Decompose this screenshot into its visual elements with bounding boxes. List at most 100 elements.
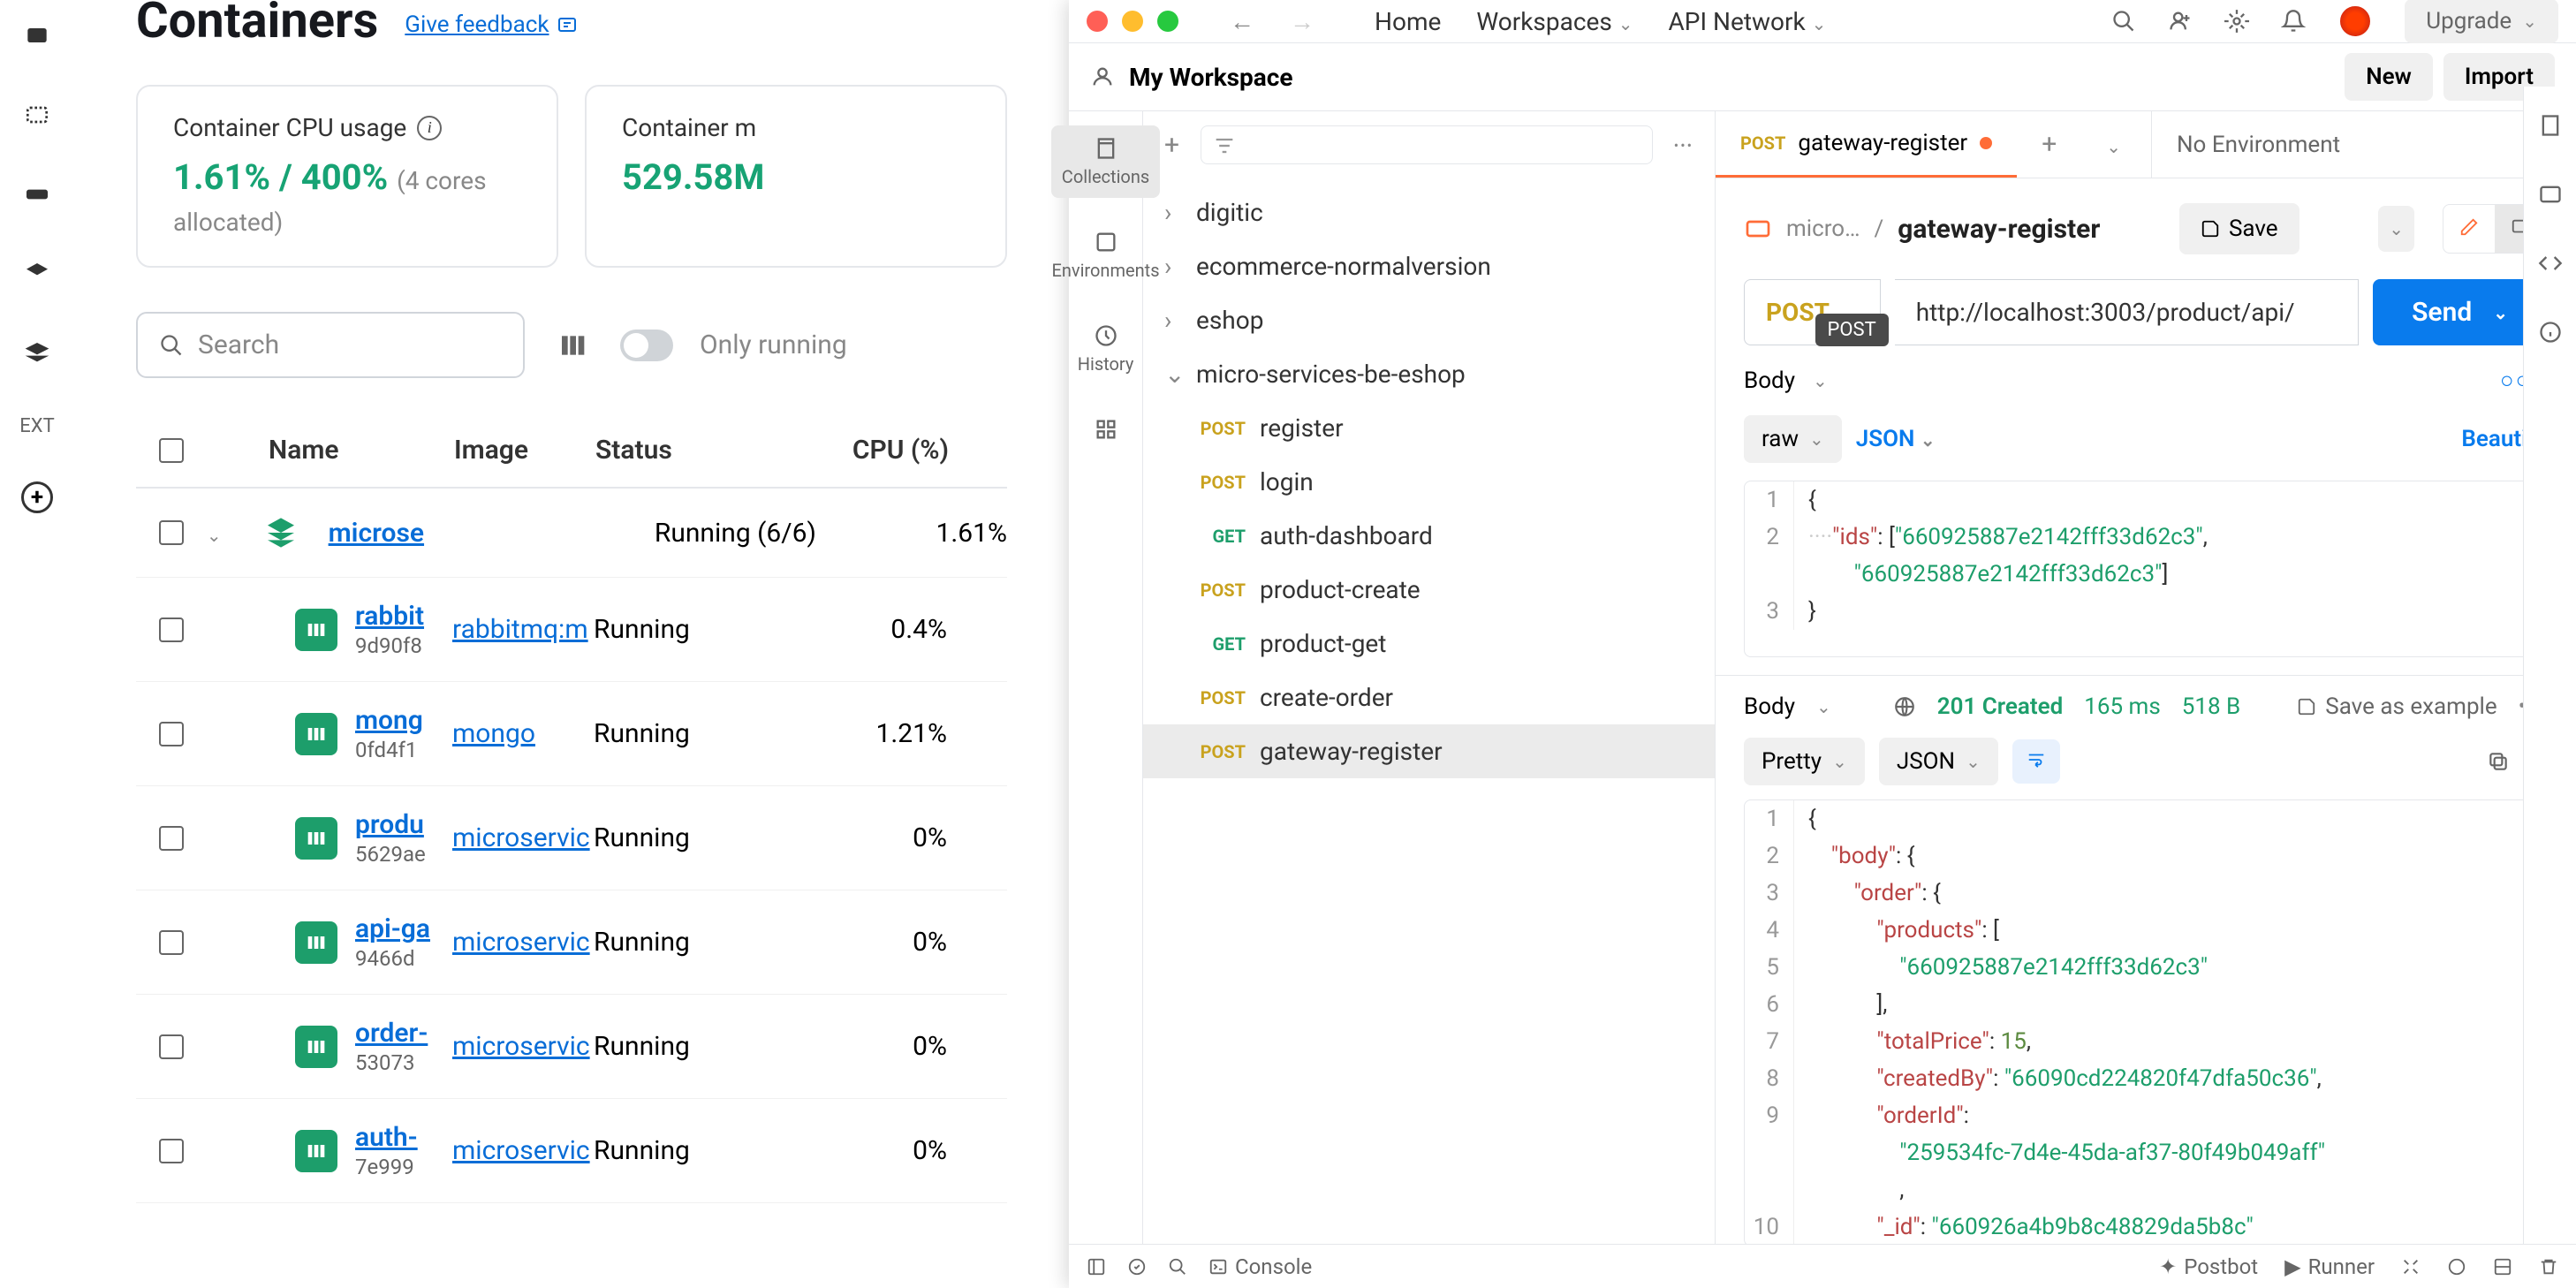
request-body-editor[interactable]: 1{2····"ids": ["660925887e2142fff33d62c3… — [1744, 481, 2547, 657]
panel-toggle-icon[interactable] — [1087, 1257, 1106, 1277]
col-cpu[interactable]: CPU (%) — [772, 435, 949, 466]
request-tab[interactable]: POST gateway-register — [1716, 111, 2017, 178]
table-row[interactable]: ⌄ microse Running (6/6) 1.61% — [136, 489, 1007, 578]
filter-input[interactable] — [1201, 125, 1653, 164]
image-link[interactable]: microservic — [452, 1031, 590, 1062]
tab-options-button[interactable]: ⌄ — [2081, 111, 2146, 178]
search-icon[interactable] — [2111, 9, 2136, 34]
api-network-menu[interactable]: API Network ⌄ — [1669, 7, 1827, 36]
new-button[interactable]: New — [2345, 53, 2433, 101]
layout-icon[interactable] — [2493, 1257, 2512, 1277]
request-item[interactable]: POSTregister — [1143, 401, 1715, 455]
select-all-checkbox[interactable] — [159, 438, 184, 463]
window-minimize-icon[interactable] — [1122, 11, 1143, 32]
row-checkbox[interactable] — [159, 826, 184, 851]
comments-rail-icon[interactable] — [2538, 182, 2563, 207]
code-rail-icon[interactable] — [2538, 251, 2563, 276]
info-rail-icon[interactable] — [2538, 320, 2563, 345]
container-name-link[interactable]: microse — [329, 518, 424, 549]
history-rail[interactable]: History — [1067, 313, 1145, 385]
body-tab[interactable]: Body — [1744, 367, 1795, 394]
table-row[interactable]: api-ga9466d microservic Running 0% — [136, 890, 1007, 995]
copy-icon[interactable] — [2487, 750, 2510, 773]
learn-nav-icon[interactable] — [19, 336, 55, 371]
collection-item[interactable]: ›digitic — [1143, 186, 1715, 239]
request-item[interactable]: GETauth-dashboard — [1143, 509, 1715, 563]
edit-icon[interactable] — [2443, 205, 2495, 253]
notifications-icon[interactable] — [2281, 9, 2306, 34]
container-name-link[interactable]: rabbit — [355, 601, 452, 632]
container-name-link[interactable]: auth- — [355, 1122, 452, 1153]
window-close-icon[interactable] — [1087, 11, 1108, 32]
collection-item[interactable]: ›eshop — [1143, 293, 1715, 347]
cookies-icon[interactable] — [2447, 1257, 2466, 1277]
request-item[interactable]: POSTcreate-order — [1143, 671, 1715, 724]
find-icon[interactable] — [1168, 1257, 1187, 1277]
add-collection-button[interactable]: + — [1164, 130, 1179, 161]
save-example-button[interactable]: Save as example — [2297, 693, 2496, 720]
sync-icon[interactable] — [1127, 1257, 1147, 1277]
volumes-nav-icon[interactable] — [19, 177, 55, 212]
table-row[interactable]: mong0fd4f1 mongo Running 1.21% — [136, 682, 1007, 786]
container-name-link[interactable]: api-ga — [355, 913, 452, 944]
save-button[interactable]: Save — [2179, 203, 2299, 254]
trash-icon[interactable] — [2539, 1257, 2558, 1277]
console-button[interactable]: Console — [1208, 1254, 1312, 1279]
col-name[interactable]: Name — [260, 435, 454, 466]
json-select[interactable]: JSON ⌄ — [1856, 426, 1936, 452]
capture-icon[interactable] — [2401, 1257, 2421, 1277]
workspace-name[interactable]: My Workspace — [1129, 63, 1293, 92]
container-name-link[interactable]: order- — [355, 1018, 452, 1049]
feedback-link[interactable]: Give feedback — [405, 11, 577, 38]
request-item[interactable]: GETproduct-get — [1143, 617, 1715, 671]
images-nav-icon[interactable] — [19, 97, 55, 133]
workspaces-menu[interactable]: Workspaces ⌄ — [1476, 7, 1633, 36]
pretty-select[interactable]: Pretty ⌄ — [1744, 738, 1865, 785]
row-checkbox[interactable] — [159, 1139, 184, 1163]
environment-select[interactable]: No Environment ⌄ — [2151, 111, 2575, 178]
resp-json-select[interactable]: JSON ⌄ — [1879, 738, 1998, 785]
more-options-icon[interactable]: ••• — [1674, 137, 1693, 154]
add-extension-button[interactable]: + — [21, 481, 53, 513]
row-checkbox[interactable] — [159, 1034, 184, 1059]
info-icon[interactable]: i — [417, 116, 442, 140]
container-name-link[interactable]: produ — [355, 809, 452, 840]
request-item[interactable]: POSTlogin — [1143, 455, 1715, 509]
nav-back-icon[interactable]: ← — [1230, 7, 1254, 36]
upgrade-button[interactable]: Upgrade ⌄ — [2405, 0, 2558, 43]
breadcrumb-parent[interactable]: micro… — [1786, 216, 1860, 242]
containers-nav-icon[interactable] — [19, 18, 55, 53]
search-input[interactable]: Search — [136, 312, 525, 378]
avatar[interactable] — [2337, 4, 2373, 39]
send-button[interactable]: Send⌄ — [2373, 279, 2547, 345]
collection-item[interactable]: ⌄micro-services-be-eshop — [1143, 347, 1715, 401]
col-image[interactable]: Image — [454, 435, 595, 466]
new-tab-button[interactable]: + — [2017, 111, 2081, 178]
save-dropdown[interactable]: ⌄ — [2378, 206, 2414, 252]
nav-forward-icon[interactable]: → — [1290, 7, 1315, 36]
col-status[interactable]: Status — [595, 435, 772, 466]
expand-icon[interactable]: ⌄ — [207, 525, 222, 546]
collection-item[interactable]: ›ecommerce-normalversion — [1143, 239, 1715, 293]
row-checkbox[interactable] — [159, 722, 184, 746]
table-row[interactable]: auth-7e999 microservic Running 0% — [136, 1099, 1007, 1203]
columns-view-button[interactable] — [551, 324, 594, 367]
image-link[interactable]: rabbitmq:m — [452, 614, 588, 645]
postbot-button[interactable]: ✦ Postbot — [2159, 1254, 2258, 1279]
image-link[interactable]: microservic — [452, 927, 590, 958]
window-maximize-icon[interactable] — [1157, 11, 1178, 32]
invite-icon[interactable] — [2168, 9, 2193, 34]
url-input[interactable]: http://localhost:3003/product/api/ — [1895, 279, 2359, 345]
row-checkbox[interactable] — [159, 520, 184, 545]
table-row[interactable]: produ5629ae microservic Running 0% — [136, 786, 1007, 890]
runner-button[interactable]: ▶ Runner — [2284, 1254, 2375, 1279]
table-row[interactable]: rabbit9d90f8 rabbitmq:m Running 0.4% — [136, 578, 1007, 682]
extensions-label[interactable]: EXT — [19, 415, 54, 437]
home-menu[interactable]: Home — [1375, 7, 1441, 36]
image-link[interactable]: mongo — [452, 718, 535, 749]
response-body-tab[interactable]: Body — [1744, 693, 1795, 720]
row-checkbox[interactable] — [159, 617, 184, 642]
globe-icon[interactable] — [1893, 695, 1916, 718]
request-item[interactable]: POSTproduct-create — [1143, 563, 1715, 617]
raw-select[interactable]: raw ⌄ — [1744, 415, 1842, 463]
